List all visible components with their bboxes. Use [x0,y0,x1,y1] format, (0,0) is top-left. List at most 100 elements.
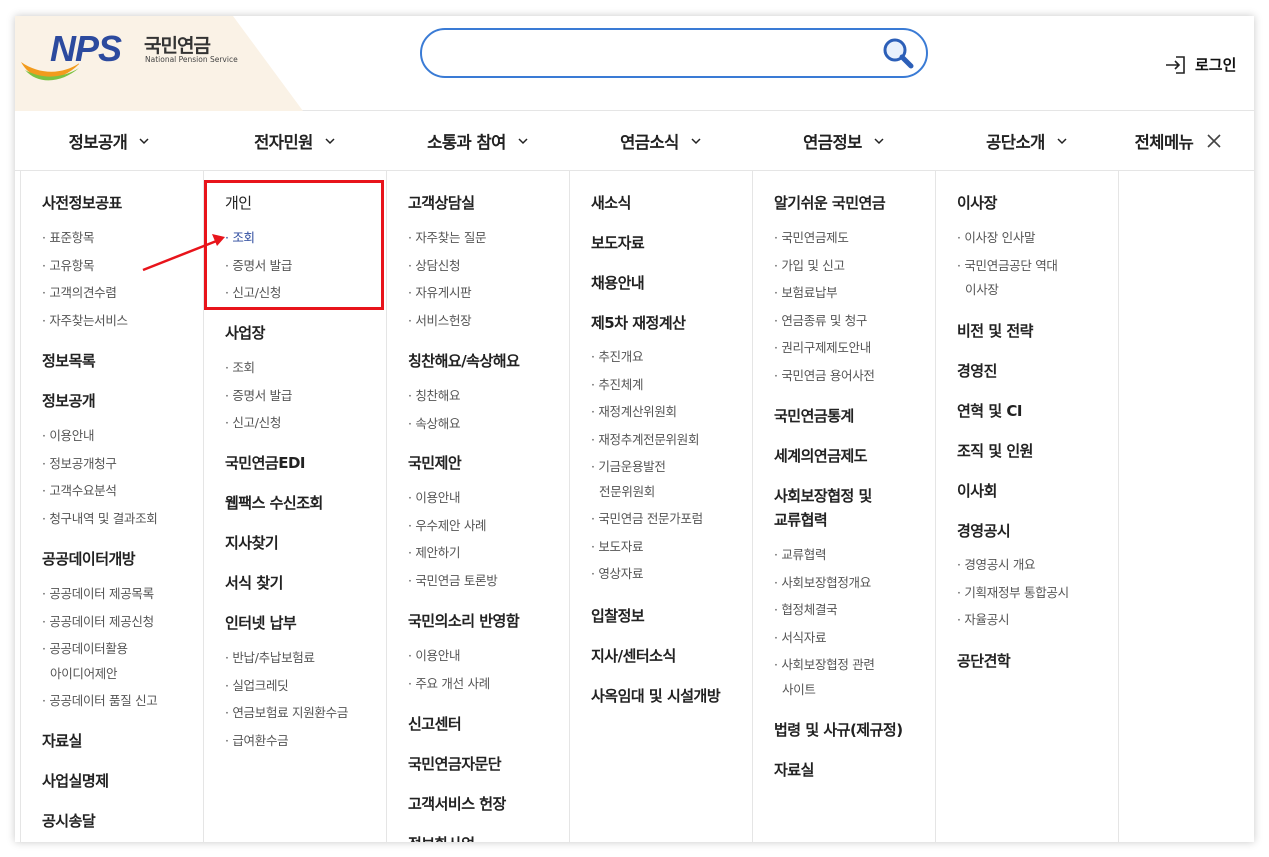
menu-sub-item[interactable]: 연금종류 및 청구 [774,312,867,329]
login-button[interactable]: 로그인 [1165,54,1236,75]
menu-heading[interactable]: 신고센터 [408,714,462,734]
menu-sub-item[interactable]: 조회 [225,359,255,376]
menu-sub-item[interactable]: 국민연금 용어사전 [774,367,875,384]
menu-sub-item-continued[interactable]: 사이트 [774,681,816,698]
menu-sub-item[interactable]: 이사장 인사말 [957,229,1035,246]
menu-heading[interactable]: 보도자료 [591,233,645,253]
menu-sub-item-continued[interactable]: 전문위원회 [591,483,655,500]
search-button[interactable] [880,36,916,72]
menu-heading[interactable]: 공단견학 [957,651,1011,671]
menu-heading[interactable]: 제5차 재정계산 [591,313,686,333]
menu-heading[interactable]: 서식 찾기 [225,573,283,593]
menu-sub-item[interactable]: 재정계산위원회 [591,403,677,420]
menu-heading[interactable]: 사옥임대 및 시설개방 [591,686,721,706]
nav-item-e-civil[interactable]: 전자민원 [203,111,386,171]
menu-heading[interactable]: 국민제안 [408,453,462,473]
menu-heading[interactable]: 국민연금통계 [774,406,854,426]
menu-heading[interactable]: 정보공개 [42,391,96,411]
menu-sub-item[interactable]: 재정추계전문위원회 [591,431,699,448]
menu-heading-continued[interactable]: 교류협력 [774,510,828,530]
menu-sub-item[interactable]: 실업크레딧 [225,677,288,694]
menu-sub-item[interactable]: 제안하기 [408,544,460,561]
nps-logo[interactable]: NPS 국민연금 National Pension Service [19,26,249,86]
menu-heading[interactable]: 연혁 및 CI [957,401,1022,421]
menu-heading[interactable]: 인터넷 납부 [225,613,297,633]
menu-sub-item[interactable]: 속상해요 [408,415,460,432]
menu-heading[interactable]: 경영공시 [957,521,1011,541]
menu-heading[interactable]: 칭찬해요/속상해요 [408,351,520,371]
menu-sub-item[interactable]: 고객수요분석 [42,482,117,499]
menu-sub-item[interactable]: 공공데이터 품질 신고 [42,692,157,709]
menu-heading[interactable]: 공시송달 [42,811,96,831]
menu-sub-item[interactable]: 보도자료 [591,538,643,555]
menu-sub-item[interactable]: 고객의견수렴 [42,284,117,301]
menu-heading[interactable]: 지사찾기 [225,533,279,553]
menu-sub-item[interactable]: 신고/신청 [225,414,281,431]
menu-sub-item[interactable]: 이용안내 [408,489,460,506]
menu-sub-item[interactable]: 권리구제제도안내 [774,339,871,356]
menu-heading[interactable]: 법령 및 사규(제규정) [774,720,903,740]
menu-sub-item[interactable]: 자주찾는 질문 [408,229,486,246]
menu-heading[interactable]: 이사장 [957,193,997,213]
menu-sub-item[interactable]: 증명서 발급 [225,387,292,404]
menu-sub-item[interactable]: 이용안내 [42,427,94,444]
menu-sub-item[interactable]: 우수제안 사례 [408,517,486,534]
menu-sub-item-continued[interactable]: 이사장 [957,281,999,298]
nav-item-pension-news[interactable]: 연금소식 [569,111,752,171]
menu-sub-item[interactable]: 자주찾는서비스 [42,312,128,329]
menu-heading[interactable]: 사업장 [225,323,265,343]
menu-sub-item[interactable]: 상담신청 [408,257,460,274]
menu-sub-item-continued[interactable]: 아이디어제안 [42,665,118,682]
menu-sub-item[interactable]: 공공데이터활용 [42,640,128,657]
menu-heading[interactable]: 채용안내 [591,273,645,293]
menu-heading[interactable]: 알기쉬운 국민연금 [774,193,886,213]
menu-sub-item[interactable]: 사회보장협정개요 [774,574,871,591]
menu-sub-item[interactable]: 추진체계 [591,376,643,393]
menu-sub-item[interactable]: 표준항목 [42,229,94,246]
nav-item-info-disclosure[interactable]: 정보공개 [15,111,203,171]
menu-heading[interactable]: 공공데이터개방 [42,549,136,569]
menu-sub-item[interactable]: 협정체결국 [774,601,837,618]
menu-heading[interactable]: 이사회 [957,481,997,501]
menu-heading[interactable]: 자료실 [774,760,814,780]
nav-item-communication[interactable]: 소통과 참여 [386,111,569,171]
menu-sub-item[interactable]: 연금보험료 지원환수금 [225,704,348,721]
menu-heading[interactable]: 조직 및 인원 [957,441,1033,461]
menu-heading[interactable]: 고객상담실 [408,193,475,213]
menu-heading[interactable]: 정보목록 [42,351,96,371]
menu-sub-item[interactable]: 추진개요 [591,348,643,365]
menu-heading[interactable]: 경영진 [957,361,997,381]
menu-heading[interactable]: 사전정보공표 [42,193,122,213]
menu-heading[interactable]: 새소식 [591,193,631,213]
menu-sub-item[interactable]: 칭찬해요 [408,387,460,404]
menu-sub-item[interactable]: 급여환수금 [225,732,288,749]
menu-sub-item[interactable]: 영상자료 [591,565,643,582]
menu-sub-item[interactable]: 사회보장협정 관련 [774,656,875,673]
all-menu-close-button[interactable]: 전체메뉴 [1118,111,1238,171]
menu-sub-item[interactable]: 주요 개선 사례 [408,675,490,692]
menu-sub-item[interactable]: 자유게시판 [408,284,471,301]
menu-sub-item[interactable]: 이용안내 [408,647,460,664]
menu-sub-item[interactable]: 공공데이터 제공목록 [42,585,154,602]
menu-heading-cut[interactable]: 정보화사업 [408,834,475,842]
menu-sub-item[interactable]: 국민연금제도 [774,229,849,246]
nav-item-pension-info[interactable]: 연금정보 [752,111,935,171]
menu-sub-item[interactable]: 보험료납부 [774,284,837,301]
menu-sub-item[interactable]: 기획재정부 통합공시 [957,584,1069,601]
menu-sub-item[interactable]: 청구내역 및 결과조회 [42,510,157,527]
menu-sub-item[interactable]: 공공데이터 제공신청 [42,613,154,630]
nav-item-about[interactable]: 공단소개 [935,111,1118,171]
menu-sub-item[interactable]: 기금운용발전 [591,458,666,475]
menu-sub-item[interactable]: 정보공개청구 [42,455,117,472]
search-input[interactable] [440,40,860,66]
menu-sub-item[interactable]: 국민연금 토론방 [408,572,497,589]
menu-heading[interactable]: 입찰정보 [591,606,645,626]
menu-heading[interactable]: 비전 및 전략 [957,321,1033,341]
menu-sub-item[interactable]: 가입 및 신고 [774,257,845,274]
menu-heading[interactable]: 국민연금EDI [225,453,305,473]
menu-sub-item[interactable]: 경영공시 개요 [957,556,1035,573]
menu-sub-item[interactable]: 서비스헌장 [408,312,471,329]
menu-heading[interactable]: 세계의연금제도 [774,446,868,466]
menu-sub-item[interactable]: 교류협력 [774,546,826,563]
menu-heading[interactable]: 사업실명제 [42,771,109,791]
